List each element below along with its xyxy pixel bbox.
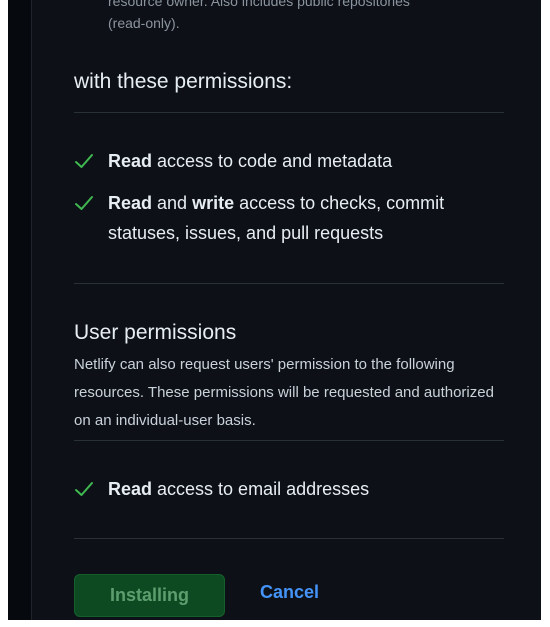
scope-description-line-1: resource owner. Also includes public rep…: [108, 0, 410, 9]
installing-button[interactable]: Installing: [74, 574, 225, 617]
cancel-link[interactable]: Cancel: [260, 582, 319, 603]
permission-text: Read access to email addresses: [108, 479, 370, 499]
permissions-heading: with these permissions:: [74, 70, 293, 93]
user-permissions-heading: User permissions: [74, 321, 237, 344]
permission-text: Read access to code and metadata: [108, 151, 393, 171]
permission-item-read-code: Read access to code and metadata: [74, 146, 494, 176]
check-icon: [75, 196, 93, 210]
divider: [74, 112, 504, 113]
user-permissions-description: Netlify can also request users' permissi…: [74, 356, 494, 429]
divider: [74, 538, 504, 539]
scope-description-line-2: (read-only).: [108, 15, 180, 31]
check-icon: [75, 482, 93, 496]
check-icon: [75, 154, 93, 168]
permission-item-read-email: Read access to email addresses: [74, 474, 494, 504]
permission-item-read-write-checks: Read and write access to checks, commit …: [74, 188, 494, 248]
permission-text: Read and write access to checks, commit …: [108, 193, 445, 243]
divider: [74, 283, 504, 284]
app-frame: resource owner. Also includes public rep…: [8, 0, 541, 620]
scope-description: resource owner. Also includes public rep…: [108, 0, 488, 34]
divider: [74, 440, 504, 441]
